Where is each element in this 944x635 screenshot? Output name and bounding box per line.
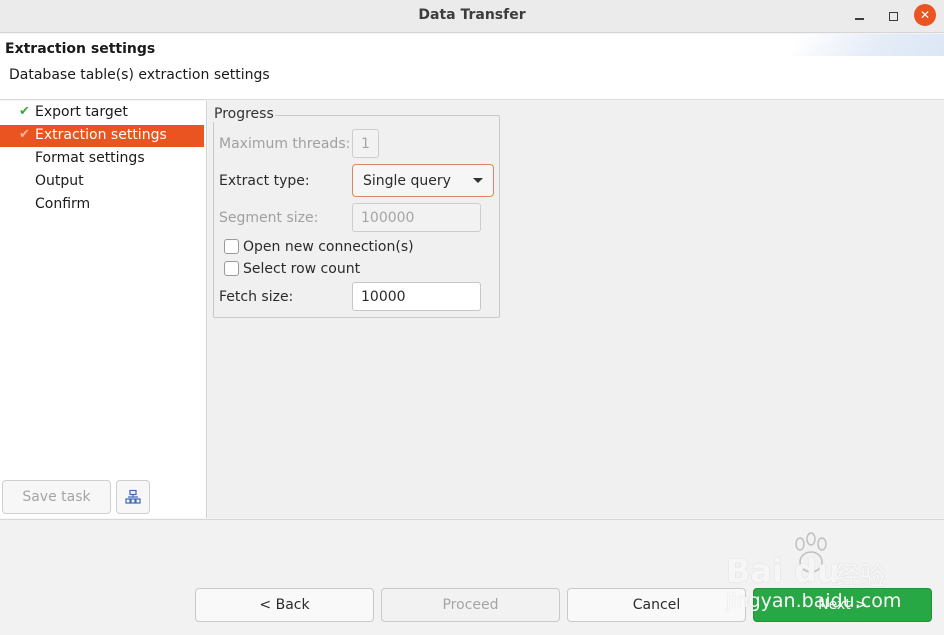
wizard-footer: < Back Proceed Cancel Next > [0,519,944,635]
save-task-button[interactable]: Save task [2,480,111,514]
fetch-size-input[interactable]: 10000 [352,282,481,311]
page-title: Extraction settings [5,41,156,57]
task-config-icon [125,489,141,504]
select-row-count-label: Select row count [243,261,361,277]
settings-panel: Progress Maximum threads: 1 Extract type… [208,101,944,518]
sidebar-item-label: Export target [35,104,128,120]
sidebar-item-label: Confirm [35,196,91,212]
next-button[interactable]: Next > [753,588,932,622]
open-new-connection-label: Open new connection(s) [243,239,414,255]
segment-size-input[interactable]: 100000 [352,203,481,232]
extract-type-label: Extract type: [219,173,310,189]
header-decoration [787,34,944,56]
sidebar-item-confirm[interactable]: Confirm [0,194,204,216]
sidebar-item-label: Format settings [35,150,145,166]
page-subtitle: Database table(s) extraction settings [9,67,270,83]
minimize-icon[interactable] [848,5,870,27]
sidebar-item-export-target[interactable]: ✔ Export target [0,102,204,124]
maximize-icon[interactable] [882,5,904,27]
chevron-down-icon [473,178,483,183]
task-config-button[interactable] [116,480,150,514]
select-row-count-checkbox[interactable] [224,261,239,276]
sidebar-item-extraction-settings[interactable]: ✔ Extraction settings [0,125,204,147]
sidebar-item-output[interactable]: Output [0,171,204,193]
wizard-header: Extraction settings Database table(s) ex… [0,34,944,100]
extract-type-value: Single query [363,172,451,189]
extract-type-select[interactable]: Single query [352,164,494,197]
sidebar-item-label: Extraction settings [35,127,167,143]
progress-legend: Progress [213,106,275,122]
close-icon[interactable]: ✕ [914,4,936,26]
window-titlebar: Data Transfer ✕ [0,0,944,33]
segment-size-label: Segment size: [219,210,319,226]
check-icon: ✔ [19,104,30,119]
open-new-connection-checkbox[interactable] [224,239,239,254]
window-title: Data Transfer [418,7,526,23]
back-button[interactable]: < Back [195,588,374,622]
sidebar-item-label: Output [35,173,84,189]
fetch-size-label: Fetch size: [219,289,294,305]
sidebar-item-format-settings[interactable]: Format settings [0,148,204,170]
max-threads-label: Maximum threads: [219,136,351,152]
wizard-sidebar: ✔ Export target ✔ Extraction settings Fo… [0,101,207,518]
cancel-button[interactable]: Cancel [567,588,746,622]
max-threads-spinner[interactable]: 1 [352,129,379,158]
proceed-button[interactable]: Proceed [381,588,560,622]
check-icon: ✔ [19,127,30,142]
